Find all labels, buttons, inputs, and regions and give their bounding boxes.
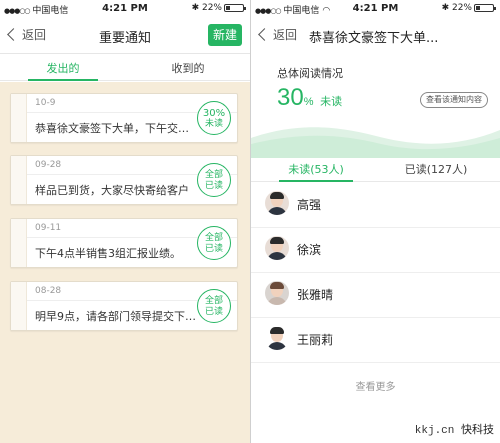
notice-text: 下午4点半销售3组汇报业绩。 [35,247,181,260]
notice-date: 10-9 [35,98,56,108]
person-name: 王丽莉 [297,333,334,347]
read-stats-title: 总体阅读情况 [277,67,343,80]
view-notice-button[interactable]: 查看该通知内容 [420,92,488,108]
notice-text: 明早9点，请各部门领导提交下… [35,310,196,323]
active-tab-indicator [28,79,98,81]
avatar [265,326,289,350]
nav-bar: 返回 恭喜徐文豪签下大单... [251,18,500,54]
notice-date: 09-11 [35,223,62,233]
read-status-tabs: 未读(53人) 已读(127人) [251,156,500,182]
battery-icon [474,3,496,12]
notice-text: 恭喜徐文豪签下大单，下午交… [35,122,189,135]
list-item[interactable]: 高强 [251,183,500,228]
bluetooth-icon: ✱ [441,3,450,13]
page-title: 恭喜徐文豪签下大单... [309,31,439,46]
status-bar: ●●●○○ 中国电信 4:21 PM ✱ 22% [0,0,250,18]
tab-unread[interactable]: 未读(53人) [271,161,361,177]
new-notice-button[interactable]: 新建 [208,24,242,46]
person-name: 张雅晴 [297,288,334,302]
wave-decoration [251,127,500,158]
notice-tabs: 发出的 收到的 [0,55,250,81]
watermark: kkj.cn 快科技 [414,423,494,437]
notice-date: 09-28 [35,160,62,170]
avatar [265,281,289,305]
person-name: 徐滨 [297,243,322,257]
notice-list: 10-9 恭喜徐文豪签下大单，下午交… 30% 未读 09-28 样品已到货，大家… [0,82,250,443]
notice-card[interactable]: 08-28 明早9点，请各部门领导提交下… 全部 已读 [10,281,238,331]
view-more-link[interactable]: 查看更多 [251,378,500,393]
chevron-left-icon [258,28,271,41]
list-item[interactable]: 张雅晴 [251,273,500,318]
avatar [265,191,289,215]
battery-icon [224,3,246,12]
read-status-badge: 30% 未读 [197,101,231,135]
notice-card[interactable]: 10-9 恭喜徐文豪签下大单，下午交… 30% 未读 [10,93,238,143]
battery-percent: 22% [451,3,472,13]
list-item[interactable]: 王丽莉 [251,318,500,363]
back-button[interactable]: 返回 [257,26,297,43]
person-name: 高强 [297,198,322,212]
list-item[interactable]: 徐滨 [251,228,500,273]
notice-card[interactable]: 09-11 下午4点半销售3组汇报业绩。 全部 已读 [10,218,238,268]
notice-card[interactable]: 09-28 样品已到货，大家尽快寄给客户 全部 已读 [10,155,238,205]
avatar [265,236,289,260]
sent-notices-screen: ●●●○○ 中国电信 4:21 PM ✱ 22% 返回 重要通知 新建 发出的 … [0,0,250,443]
tab-sent[interactable]: 发出的 [20,60,106,76]
status-bar: ●●●○○ 中国电信 ◠ 4:21 PM ✱ 22% [251,0,500,18]
active-tab-indicator [279,180,353,182]
tab-read[interactable]: 已读(127人) [391,161,481,177]
notice-detail-screen: ●●●○○ 中国电信 ◠ 4:21 PM ✱ 22% 返回 恭喜徐文豪签下大单.… [251,0,500,443]
tab-received[interactable]: 收到的 [145,60,231,76]
read-status-badge: 全部 已读 [197,163,231,197]
notice-text: 样品已到货，大家尽快寄给客户 [35,184,189,197]
nav-bar: 返回 重要通知 新建 [0,18,250,54]
battery-percent: 22% [201,3,222,13]
read-status-badge: 全部 已读 [197,289,231,323]
read-status-badge: 全部 已读 [197,226,231,260]
unread-percentage: 30% 未读 [277,84,343,111]
notice-date: 08-28 [35,286,62,296]
bluetooth-icon: ✱ [191,3,200,13]
